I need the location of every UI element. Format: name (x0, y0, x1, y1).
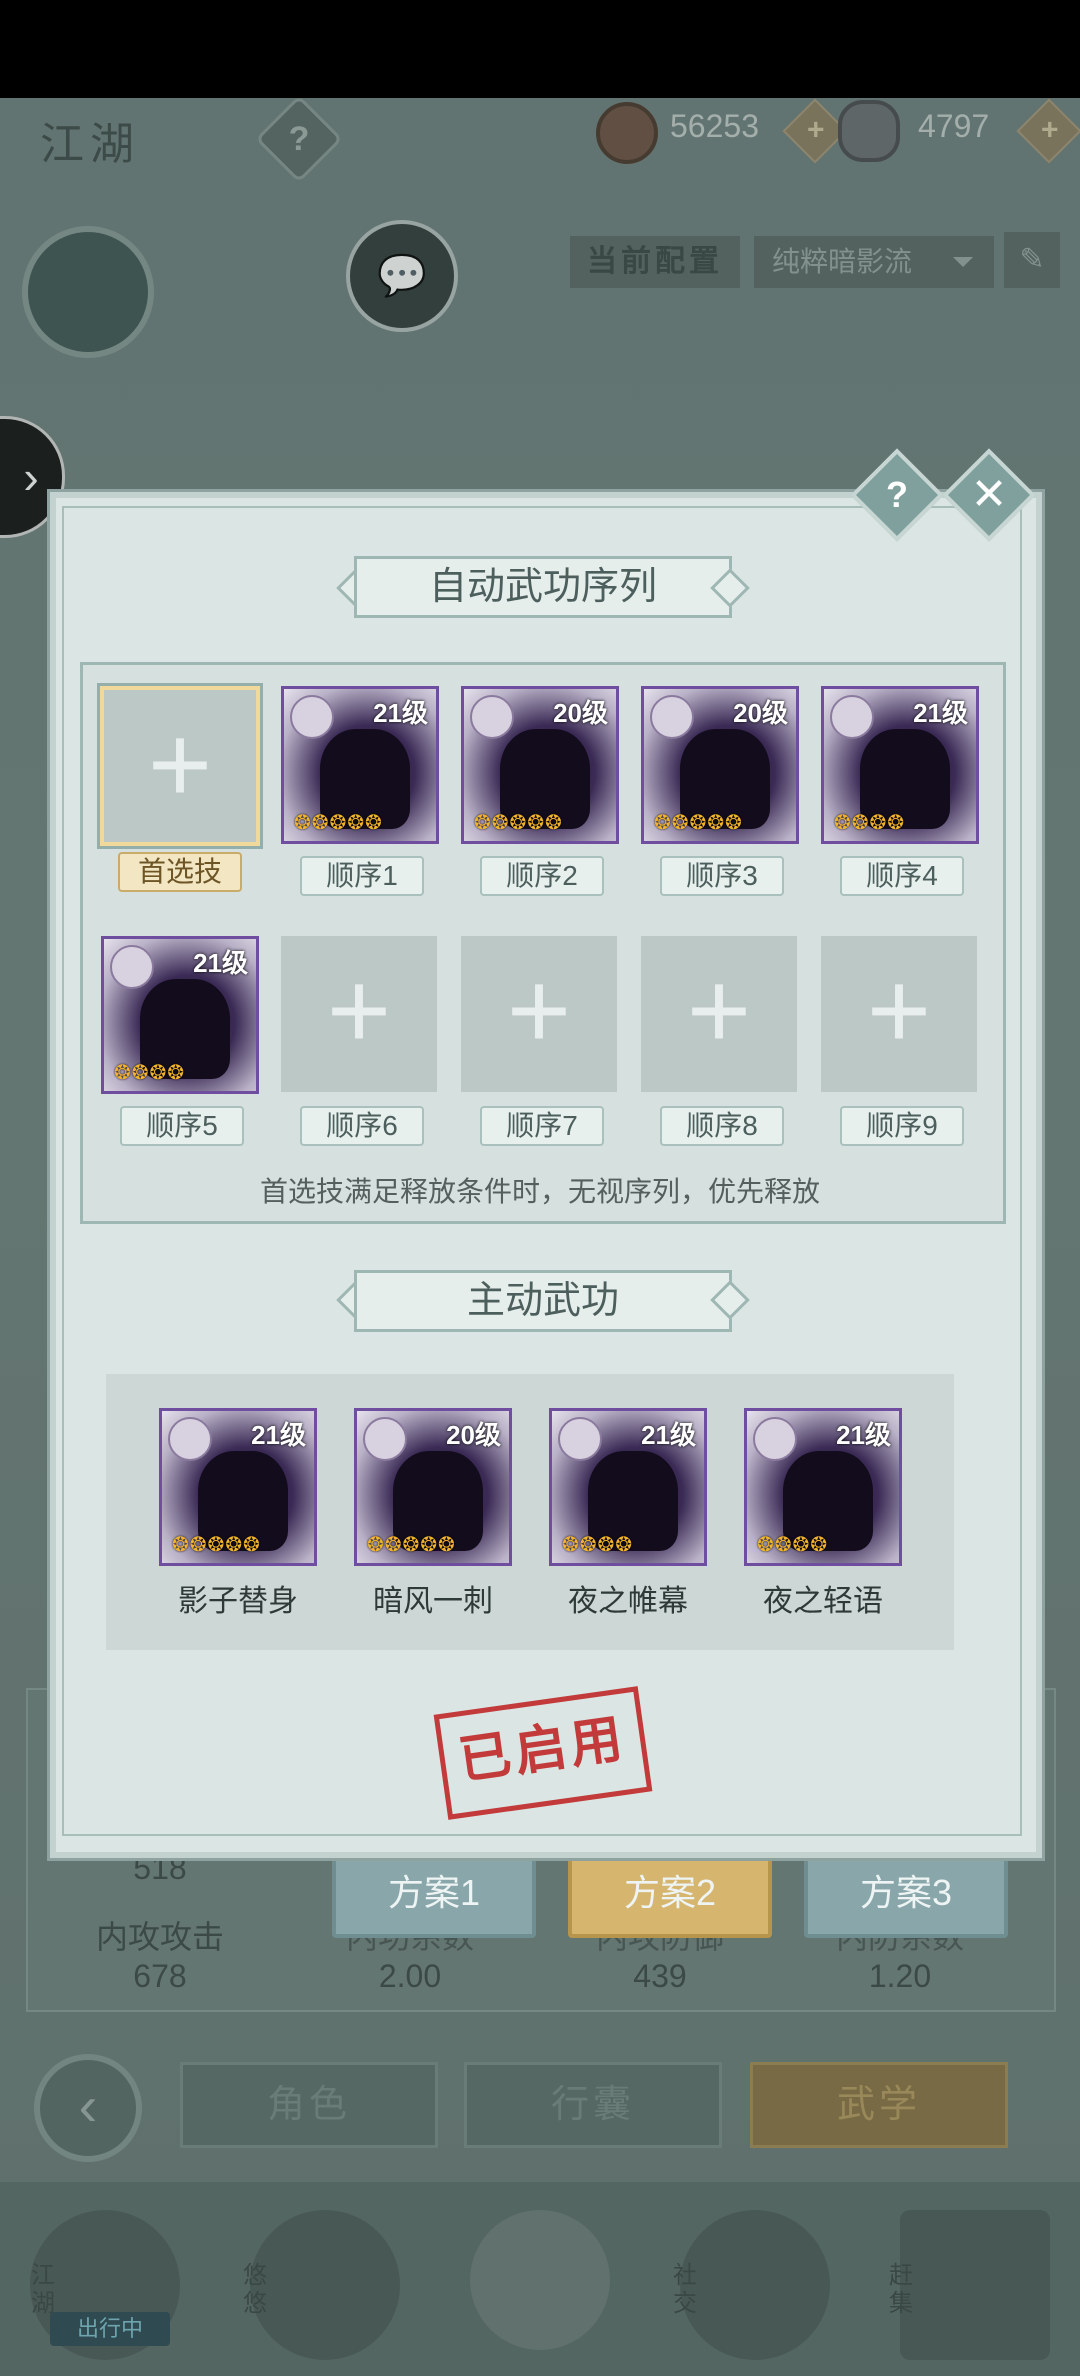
primary-slot-plus: + (104, 690, 256, 842)
status-bar (0, 0, 1080, 98)
order-label-7: 顺序7 (480, 1106, 604, 1146)
order-label-2: 顺序2 (480, 856, 604, 896)
active-skill-2[interactable]: 20级 ❂❂❂❂❂ (354, 1408, 512, 1566)
skill-level: 21级 (641, 1420, 696, 1450)
empty-slot-7[interactable]: + (461, 936, 617, 1092)
active-skill-name-3: 夜之帷幕 (568, 1585, 688, 1618)
plus-icon: + (326, 949, 392, 1072)
skill-rank: ❂❂❂❂ (114, 1062, 186, 1084)
skill-rank: ❂❂❂❂❂ (172, 1534, 261, 1556)
school-emblem-icon (290, 695, 334, 739)
skill-level: 21级 (836, 1420, 891, 1450)
order-label-4: 顺序4 (840, 856, 964, 896)
active-skill-1[interactable]: 21级 ❂❂❂❂❂ (159, 1408, 317, 1566)
skill-level: 20级 (446, 1420, 501, 1450)
school-emblem-icon (363, 1417, 407, 1461)
sequence-skill-2[interactable]: 20级 ❂❂❂❂❂ (461, 686, 619, 844)
skill-level: 21级 (251, 1420, 306, 1450)
skill-rank: ❂❂❂❂❂ (654, 812, 743, 834)
scheme-tab-2[interactable]: 方案2 (568, 1848, 772, 1938)
skill-rank: ❂❂❂❂❂ (367, 1534, 456, 1556)
sequence-skill-4[interactable]: 21级 ❂❂❂❂ (821, 686, 979, 844)
skill-rank: ❂❂❂❂ (834, 812, 906, 834)
skill-level: 21级 (373, 698, 428, 728)
auto-sequence-title: 自动武功序列 (354, 556, 732, 618)
order-label-9: 顺序9 (840, 1106, 964, 1146)
plus-icon: + (147, 703, 213, 826)
active-skill-name-4: 夜之轻语 (763, 1585, 883, 1618)
scheme-tab-3[interactable]: 方案3 (804, 1848, 1008, 1938)
empty-slot-6[interactable]: + (281, 936, 437, 1092)
sequence-skill-1[interactable]: 21级 ❂❂❂❂❂ (281, 686, 439, 844)
plus-icon: + (866, 949, 932, 1072)
empty-slot-9[interactable]: + (821, 936, 977, 1092)
school-emblem-icon (168, 1417, 212, 1461)
skill-rank: ❂❂❂❂ (757, 1534, 829, 1556)
skill-level: 20级 (733, 698, 788, 728)
order-label-1: 顺序1 (300, 856, 424, 896)
skill-level: 21级 (193, 948, 248, 978)
school-emblem-icon (558, 1417, 602, 1461)
active-skills-title: 主动武功 (354, 1270, 732, 1332)
sequence-hint: 首选技满足释放条件时，无视序列，优先释放 (259, 1176, 820, 1207)
active-skill-3[interactable]: 21级 ❂❂❂❂ (549, 1408, 707, 1566)
skill-level: 20级 (553, 698, 608, 728)
order-label-3: 顺序3 (660, 856, 784, 896)
school-emblem-icon (753, 1417, 797, 1461)
school-emblem-icon (830, 695, 874, 739)
primary-skill-label: 首选技 (118, 852, 242, 892)
skill-rank: ❂❂❂❂❂ (474, 812, 563, 834)
school-emblem-icon (110, 945, 154, 989)
order-label-8: 顺序8 (660, 1106, 784, 1146)
help-icon: ? (886, 474, 908, 515)
skill-level: 21级 (913, 698, 968, 728)
active-skill-4[interactable]: 21级 ❂❂❂❂ (744, 1408, 902, 1566)
active-skill-name-2: 暗风一刺 (373, 1585, 493, 1618)
plus-icon: + (686, 949, 752, 1072)
plus-icon: + (506, 949, 572, 1072)
active-skill-name-1: 影子替身 (178, 1585, 298, 1618)
scheme-tab-1[interactable]: 方案1 (332, 1848, 536, 1938)
sequence-skill-5[interactable]: 21级 ❂❂❂❂ (101, 936, 259, 1094)
skill-rank: ❂❂❂❂❂ (294, 812, 383, 834)
order-label-5: 顺序5 (120, 1106, 244, 1146)
school-emblem-icon (650, 695, 694, 739)
school-emblem-icon (470, 695, 514, 739)
sequence-skill-3[interactable]: 20级 ❂❂❂❂❂ (641, 686, 799, 844)
skill-rank: ❂❂❂❂ (562, 1534, 634, 1556)
order-label-6: 顺序6 (300, 1106, 424, 1146)
close-icon: ✕ (970, 470, 1008, 519)
empty-slot-8[interactable]: + (641, 936, 797, 1092)
